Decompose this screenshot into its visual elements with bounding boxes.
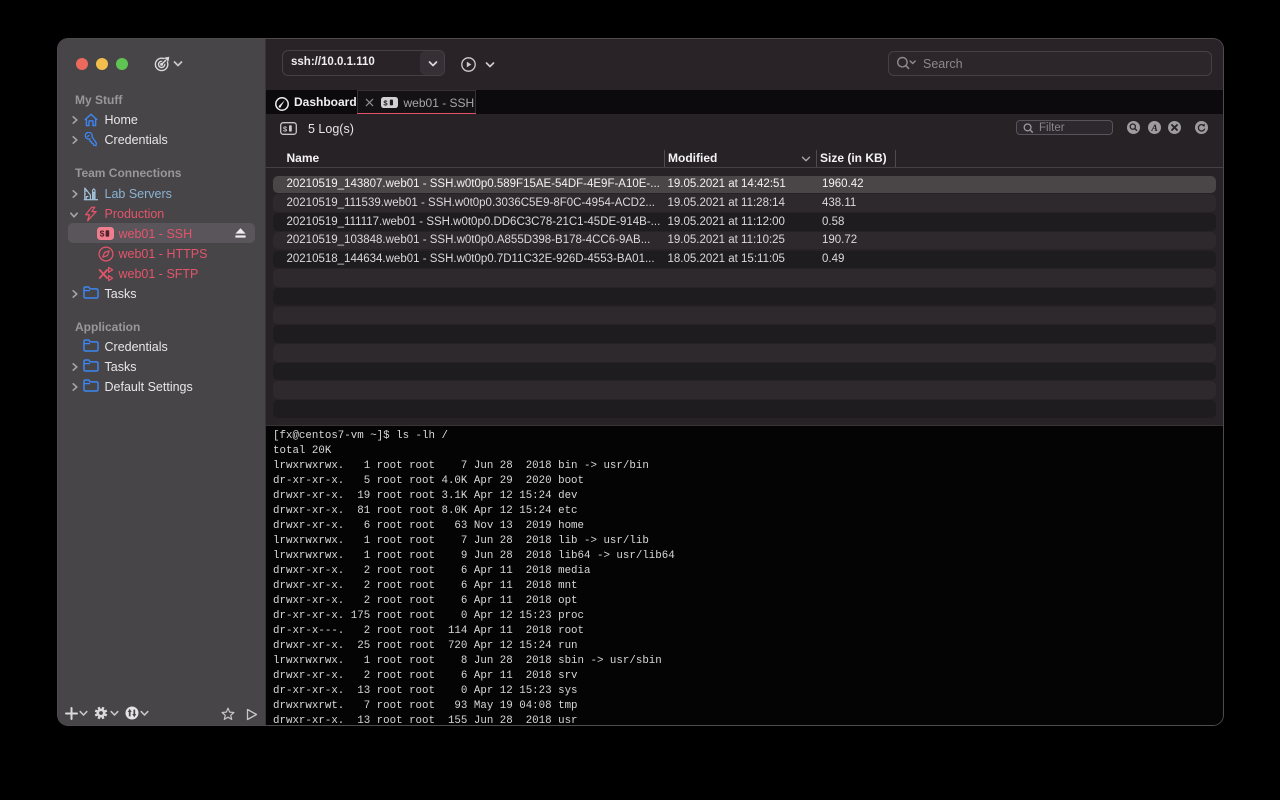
svg-text:$: $ — [283, 124, 287, 133]
svg-text:A: A — [1150, 123, 1157, 134]
